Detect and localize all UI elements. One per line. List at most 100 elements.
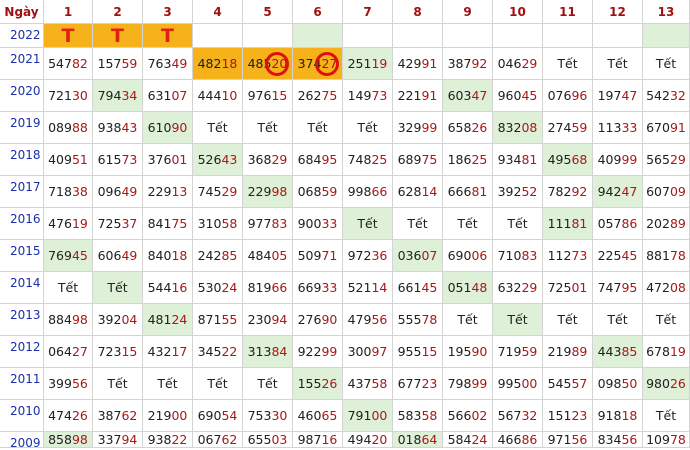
result-cell: 782 92 bbox=[543, 176, 593, 208]
result-prefix: 834 bbox=[597, 432, 622, 447]
year-label: 2021 bbox=[0, 48, 44, 80]
result-cell: 067 62 bbox=[193, 432, 243, 448]
header-day-13: 13 bbox=[643, 0, 690, 24]
result-cell: 584 24 bbox=[443, 432, 493, 448]
result-suffix: 24 bbox=[221, 280, 238, 295]
result-suffix: 71 bbox=[321, 248, 338, 263]
result-prefix: 998 bbox=[347, 184, 372, 199]
result-prefix: 670 bbox=[646, 120, 670, 135]
result-cell: 474 26 bbox=[44, 400, 93, 432]
result-prefix: 840 bbox=[147, 248, 172, 263]
result-prefix: 566 bbox=[447, 408, 472, 423]
result-suffix: 25 bbox=[371, 152, 388, 167]
result-cell: 472 08 bbox=[643, 272, 690, 304]
result-suffix: 33 bbox=[321, 216, 338, 231]
result-prefix: 219 bbox=[547, 344, 572, 359]
result-cell: 900 33 bbox=[293, 208, 343, 240]
result-suffix: 29 bbox=[521, 280, 538, 295]
tet-label: Tết bbox=[157, 376, 178, 391]
result-prefix: 225 bbox=[597, 248, 622, 263]
result-prefix: 387 bbox=[97, 408, 122, 423]
result-suffix: 06 bbox=[471, 248, 488, 263]
result-cell: 409 51 bbox=[44, 144, 93, 176]
result-cell: 399 56 bbox=[44, 368, 93, 400]
result-suffix: 78 bbox=[669, 432, 686, 447]
result-cell: 819 66 bbox=[243, 272, 293, 304]
result-cell: 934 81 bbox=[493, 144, 543, 176]
result-prefix: 934 bbox=[497, 152, 522, 167]
result-suffix: 88 bbox=[71, 120, 88, 135]
result-cell: 542 32 bbox=[643, 80, 690, 112]
tet-label: Tết bbox=[557, 56, 578, 71]
result-prefix: 495 bbox=[547, 152, 572, 167]
result-suffix: 01 bbox=[171, 152, 188, 167]
result-prefix: 545 bbox=[547, 376, 572, 391]
result-cell: 607 09 bbox=[643, 176, 690, 208]
result-prefix: 971 bbox=[547, 432, 572, 447]
result-suffix: 29 bbox=[271, 152, 288, 167]
result-cell: 567 32 bbox=[493, 400, 543, 432]
result-suffix: 81 bbox=[521, 152, 538, 167]
result-suffix: 23 bbox=[421, 376, 438, 391]
result-prefix: 689 bbox=[397, 152, 422, 167]
result-prefix: 221 bbox=[397, 88, 422, 103]
result-suffix: 33 bbox=[621, 120, 638, 135]
tet-label: Tết bbox=[57, 280, 79, 295]
result-prefix: 547 bbox=[48, 56, 72, 71]
result-cell: 437 58 bbox=[343, 368, 393, 400]
result-suffix: 37 bbox=[121, 216, 138, 231]
result-suffix: 18 bbox=[221, 56, 238, 71]
result-prefix: 567 bbox=[497, 408, 522, 423]
tet-label: Tết bbox=[457, 312, 478, 327]
result-prefix: 718 bbox=[48, 184, 72, 199]
tet-label: Tết bbox=[257, 376, 278, 391]
result-suffix: 56 bbox=[571, 432, 588, 447]
result-prefix: 666 bbox=[447, 184, 472, 199]
result-cell: 747 95 bbox=[593, 272, 643, 304]
result-suffix: 56 bbox=[621, 432, 638, 447]
result-cell: 995 00 bbox=[493, 368, 543, 400]
result-cell: 725 01 bbox=[543, 272, 593, 304]
result-cell: 834 56 bbox=[593, 432, 643, 448]
result-suffix: 98 bbox=[271, 184, 288, 199]
year-row-2019: 2019 089 88 938 43 610 90 Tết Tết Tết Tết 329 99 658 2… bbox=[0, 112, 690, 144]
result-suffix: 30 bbox=[271, 408, 288, 423]
year-row-2022: 2022 T T T bbox=[0, 24, 690, 48]
result-cell: 690 54 bbox=[193, 400, 243, 432]
result-cell: 677 23 bbox=[393, 368, 443, 400]
result-cell: 098 50 bbox=[593, 368, 643, 400]
result-suffix: 45 bbox=[71, 248, 88, 263]
result-cell: 987 16 bbox=[293, 432, 343, 448]
year-row-2011: 2011 399 56 Tết Tết Tết Tết 155 26 437 58 677 23 798 9… bbox=[0, 368, 690, 400]
result-cell: 526 43 bbox=[193, 144, 243, 176]
result-prefix: 819 bbox=[247, 280, 272, 295]
result-cell: 387 92 bbox=[443, 48, 493, 80]
result-prefix: 521 bbox=[347, 280, 372, 295]
result-suffix: 99 bbox=[471, 376, 488, 391]
result-prefix: 942 bbox=[597, 184, 622, 199]
tet-label: Tết bbox=[107, 376, 128, 391]
result-cell: 566 02 bbox=[443, 400, 493, 432]
result-cell bbox=[243, 24, 293, 48]
result-suffix: 43 bbox=[221, 152, 238, 167]
result-cell: 444 10 bbox=[193, 80, 243, 112]
year-label: 2022 bbox=[0, 24, 44, 48]
result-suffix: 15 bbox=[421, 344, 438, 359]
result-suffix: 64 bbox=[421, 432, 438, 447]
result-cell: 798 99 bbox=[443, 368, 493, 400]
result-suffix: 26 bbox=[321, 376, 338, 391]
result-prefix: 310 bbox=[197, 216, 222, 231]
result-cell: 971 56 bbox=[543, 432, 593, 448]
result-suffix: 27 bbox=[71, 344, 88, 359]
result-prefix: 955 bbox=[397, 344, 422, 359]
result-cell: 111 81 bbox=[543, 208, 593, 240]
result-suffix: 10 bbox=[221, 88, 238, 103]
result-prefix: 530 bbox=[197, 280, 222, 295]
result-suffix: 99 bbox=[321, 344, 338, 359]
result-suffix: 13 bbox=[171, 184, 188, 199]
result-prefix: 977 bbox=[247, 216, 272, 231]
result-prefix: 655 bbox=[247, 432, 272, 447]
result-prefix: 748 bbox=[347, 152, 372, 167]
result-prefix: 472 bbox=[646, 280, 670, 295]
result-suffix: 09 bbox=[669, 184, 686, 199]
